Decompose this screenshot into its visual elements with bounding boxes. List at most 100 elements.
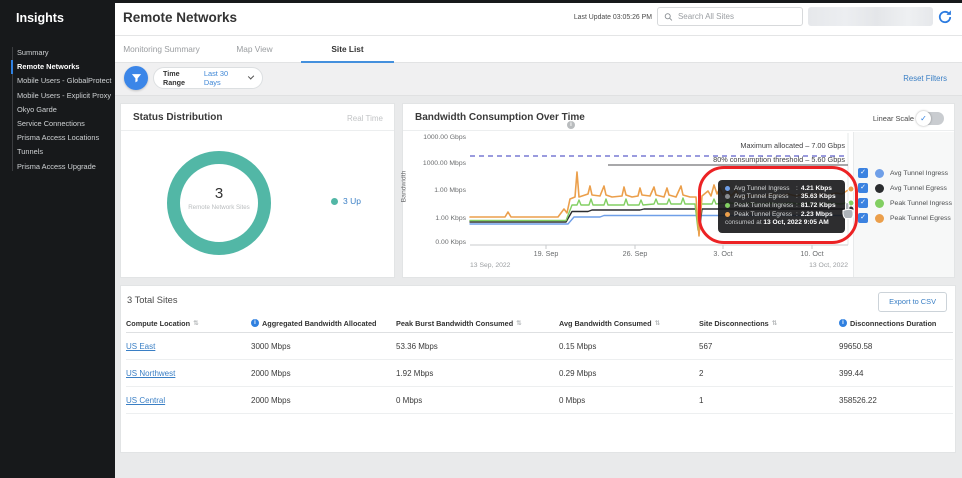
legend-item-avg-tunnel-egress[interactable]: ✓ Avg Tunnel Egress xyxy=(858,183,947,193)
tooltip-label: Peak Tunnel Egress xyxy=(734,210,793,218)
funnel-icon xyxy=(131,73,141,82)
x-axis-tick: 10. Oct xyxy=(800,249,824,258)
column-header-disconnections-duration[interactable]: i Disconnections Duration xyxy=(839,319,953,328)
sort-icon[interactable]: ⇅ xyxy=(772,319,777,327)
series-color-dot xyxy=(725,194,730,200)
tooltip-label: Peak Tunnel Ingress xyxy=(734,201,794,209)
search-icon xyxy=(664,12,673,21)
tooltip-label: Avg Tunnel Ingress xyxy=(734,184,790,192)
refresh-icon[interactable] xyxy=(937,9,953,25)
cell-peak: 0 Mbps xyxy=(396,395,423,405)
info-icon[interactable]: i xyxy=(839,319,847,327)
table-row: US East 3000 Mbps 53.36 Mbps 0.15 Mbps 5… xyxy=(126,333,953,360)
real-time-badge: Real Time xyxy=(346,114,383,123)
x-axis-tick: 26. Sep xyxy=(622,249,648,258)
tooltip-row: Peak Tunnel Ingress : 81.72 Kbps xyxy=(725,201,838,210)
status-donut-chart xyxy=(167,151,271,255)
status-count: 3 xyxy=(214,185,224,202)
sidebar-active-indicator xyxy=(11,60,13,74)
tab-monitoring-summary[interactable]: Monitoring Summary xyxy=(115,36,208,63)
tooltip-label: Avg Tunnel Egress xyxy=(734,193,789,201)
sidebar-item-mobile-users-explicit-proxy[interactable]: Mobile Users - Explicit Proxy xyxy=(17,89,113,103)
column-header-aggregated-bandwidth[interactable]: i Aggregated Bandwidth Allocated xyxy=(251,319,396,328)
chevron-down-icon xyxy=(247,73,255,80)
cell-avg: 0 Mbps xyxy=(559,395,586,405)
status-panel-title: Status Distribution xyxy=(133,112,223,123)
sidebar-item-prisma-access-locations[interactable]: Prisma Access Locations xyxy=(17,131,113,145)
sidebar-item-remote-networks[interactable]: Remote Networks xyxy=(17,60,113,74)
export-csv-button[interactable]: Export to CSV xyxy=(878,292,947,312)
time-range-dropdown[interactable]: Time Range Last 30 Days xyxy=(153,67,263,89)
sidebar-item-prisma-access-upgrade[interactable]: Prisma Access Upgrade xyxy=(17,160,113,174)
cell-duration: 399.44 xyxy=(839,368,864,378)
y-axis-tick: 1.00 Mbps xyxy=(434,187,466,194)
cell-duration: 99650.58 xyxy=(839,341,873,351)
column-header-compute-location[interactable]: Compute Location ⇅ xyxy=(126,319,251,328)
legend-item-avg-tunnel-ingress[interactable]: ✓ Avg Tunnel Ingress xyxy=(858,168,948,178)
series-color-dot xyxy=(875,168,884,178)
tooltip-separator: : xyxy=(796,184,798,192)
up-status-label: 3 Up xyxy=(343,196,361,206)
cell-peak: 53.36 Mbps xyxy=(396,341,438,351)
series-color-dot xyxy=(725,211,730,217)
last-update-text: Last Update 03:05:26 PM xyxy=(573,14,652,21)
tooltip-value: 35.63 Kbps xyxy=(800,193,836,201)
tooltip-value: 2.23 Mbps xyxy=(800,210,833,218)
site-link[interactable]: US Northwest xyxy=(126,369,251,378)
checkbox-icon[interactable]: ✓ xyxy=(858,183,868,193)
tab-map-view[interactable]: Map View xyxy=(208,36,301,63)
blurred-tenant-selector[interactable] xyxy=(808,7,933,26)
up-status-dot xyxy=(331,197,338,205)
column-header-avg-bandwidth[interactable]: Avg Bandwidth Consumed ⇅ xyxy=(559,319,699,328)
search-box[interactable] xyxy=(657,7,803,26)
sidebar-item-summary[interactable]: Summary xyxy=(17,46,113,60)
linear-scale-toggle[interactable]: ✓ xyxy=(916,111,944,126)
column-header-site-disconnections[interactable]: Site Disconnections ⇅ xyxy=(699,319,839,328)
cell-peak: 1.92 Mbps xyxy=(396,368,434,378)
sort-icon[interactable]: ⇅ xyxy=(655,319,660,327)
status-count-label: Remote Network Sites xyxy=(188,204,250,211)
time-range-label: Time Range xyxy=(163,69,185,87)
sort-icon[interactable]: ⇅ xyxy=(193,319,198,327)
checkbox-icon[interactable]: ✓ xyxy=(858,198,868,208)
tooltip-row: Avg Tunnel Egress : 35.63 Kbps xyxy=(725,193,838,202)
sort-icon[interactable]: ⇅ xyxy=(516,319,521,327)
legend-label: Peak Tunnel Ingress xyxy=(890,199,952,207)
status-distribution-panel: Status Distribution Real Time 3 Remote N… xyxy=(120,103,395,278)
total-sites-label: 3 Total Sites xyxy=(127,295,178,305)
info-icon[interactable]: i xyxy=(251,319,259,327)
search-input[interactable] xyxy=(677,12,796,21)
legend-item-peak-tunnel-ingress[interactable]: ✓ Peak Tunnel Ingress xyxy=(858,198,952,208)
info-icon[interactable]: i xyxy=(567,113,575,131)
table-row: US Central 2000 Mbps 0 Mbps 0 Mbps 1 358… xyxy=(126,387,953,414)
series-color-dot xyxy=(875,183,884,193)
filter-button[interactable] xyxy=(124,66,148,90)
checkbox-icon[interactable]: ✓ xyxy=(858,168,868,178)
series-color-dot xyxy=(875,213,884,223)
cell-allocated: 3000 Mbps xyxy=(251,341,291,351)
sidebar-item-mobile-users-globalprotect[interactable]: Mobile Users - GlobalProtect xyxy=(17,74,113,88)
page-title: Remote Networks xyxy=(123,10,238,25)
sidebar-item-service-connections[interactable]: Service Connections xyxy=(17,117,113,131)
tooltip-row: Avg Tunnel Ingress : 4.21 Kbps xyxy=(725,184,838,193)
cell-allocated: 2000 Mbps xyxy=(251,395,291,405)
cell-disconnections: 2 xyxy=(699,368,704,378)
reset-filters-link[interactable]: Reset Filters xyxy=(903,74,947,83)
sidebar-item-tunnels[interactable]: Tunnels xyxy=(17,145,113,159)
checkbox-icon[interactable]: ✓ xyxy=(858,213,868,223)
legend-item-peak-tunnel-egress[interactable]: ✓ Peak Tunnel Egress xyxy=(858,213,951,223)
site-link[interactable]: US Central xyxy=(126,396,251,405)
sidebar-item-okyo-garde[interactable]: Okyo Garde xyxy=(17,103,113,117)
max-allocated-label: Maximum allocated – 7.00 Gbps xyxy=(740,141,845,150)
cell-avg: 0.29 Mbps xyxy=(559,368,597,378)
column-header-peak-burst[interactable]: Peak Burst Bandwidth Consumed ⇅ xyxy=(396,319,559,328)
site-link[interactable]: US East xyxy=(126,342,251,351)
cell-disconnections: 1 xyxy=(699,395,704,405)
cell-avg: 0.15 Mbps xyxy=(559,341,597,351)
toggle-knob-check-icon: ✓ xyxy=(916,111,931,126)
x-axis-tick: 3. Oct xyxy=(713,249,733,258)
status-legend-item[interactable]: 3 Up xyxy=(331,196,361,206)
y-axis-tick: 1000.00 Gbps xyxy=(423,134,466,141)
tab-site-list[interactable]: Site List xyxy=(301,36,394,63)
cell-duration: 358526.22 xyxy=(839,395,877,405)
